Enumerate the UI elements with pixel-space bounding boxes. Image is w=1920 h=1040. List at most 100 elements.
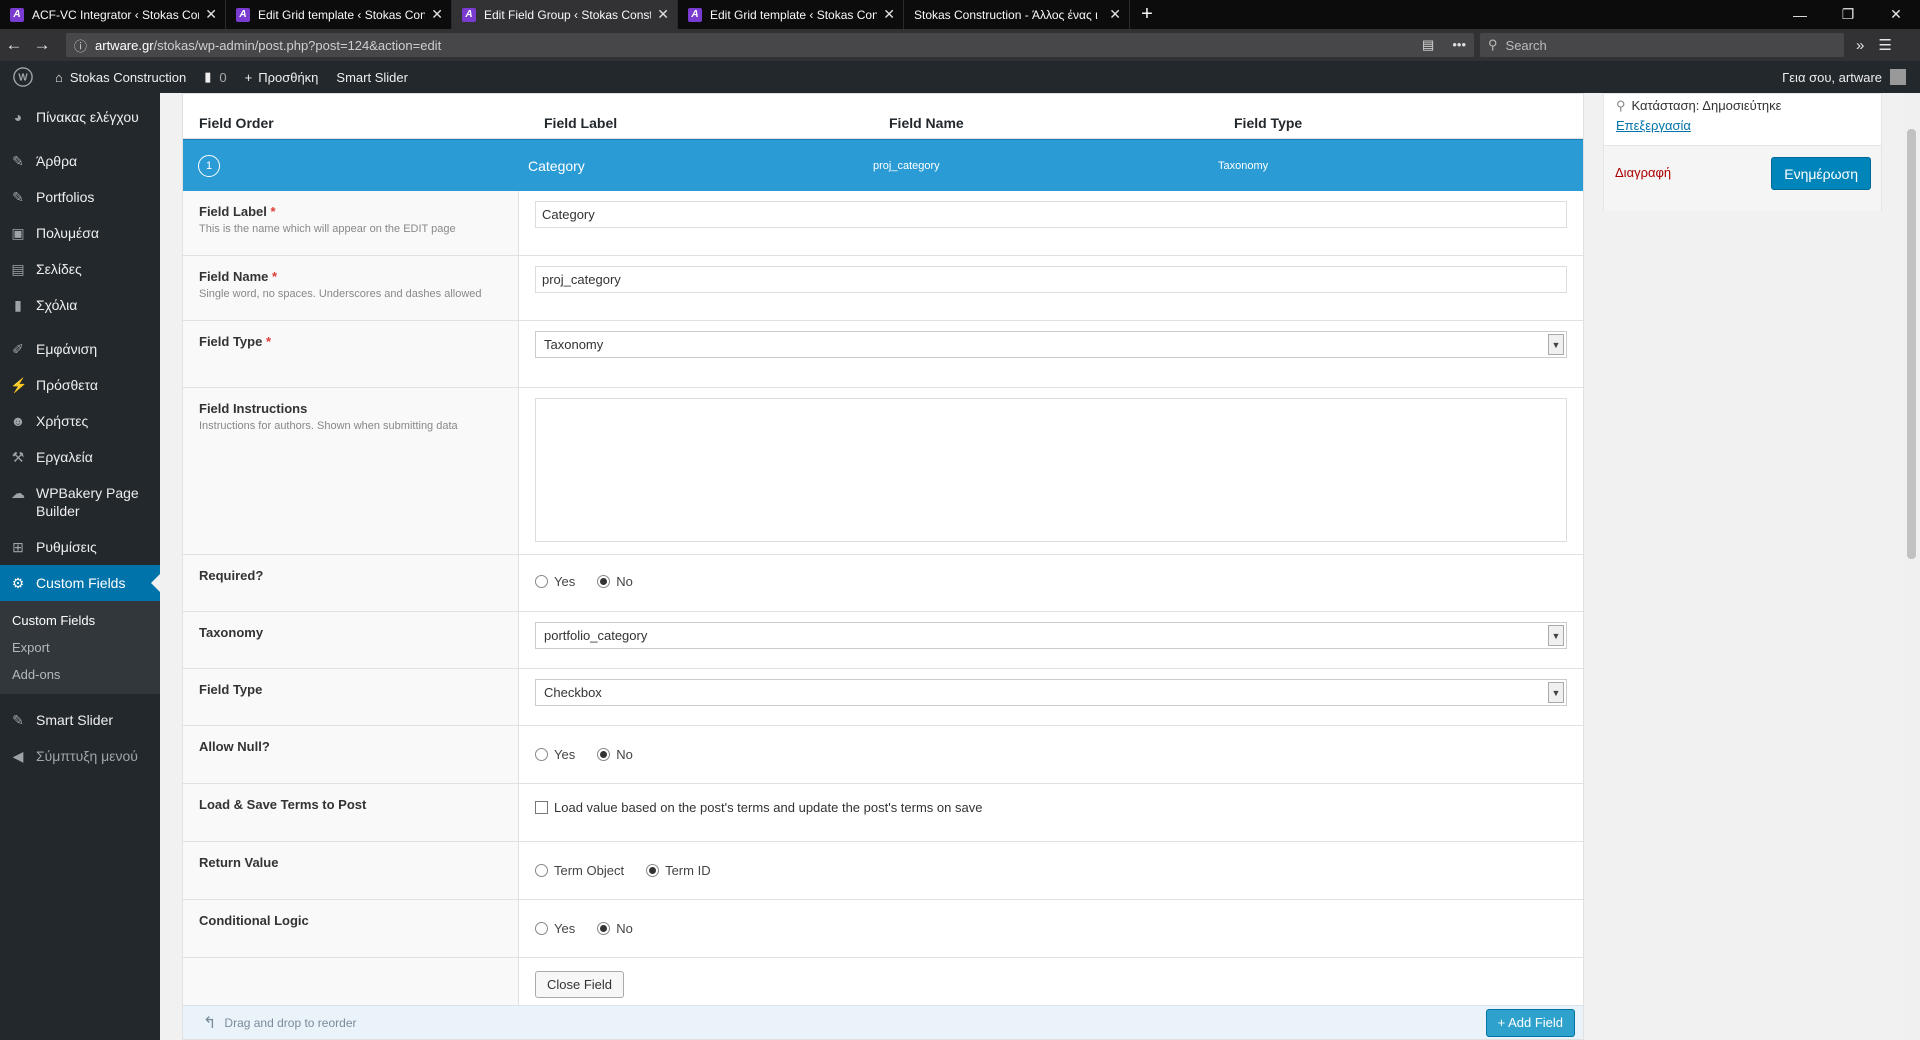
wp-logo-button[interactable]: W — [0, 61, 46, 93]
conditional-yes-radio[interactable]: Yes — [535, 921, 575, 936]
header-field-order: Field Order — [199, 115, 274, 131]
submenu-item-export[interactable]: Export — [0, 634, 160, 661]
reader-view-icon[interactable]: ▤ — [1422, 37, 1434, 53]
scrollbar-thumb[interactable] — [1907, 129, 1916, 559]
sidebar-item-wpbakery[interactable]: ☁ WPBakery Page Builder — [0, 475, 160, 529]
form-row-load-save: Load & Save Terms to Post Load value bas… — [183, 783, 1583, 841]
close-tab-icon[interactable]: ✕ — [1109, 6, 1121, 23]
slider-icon: ✎ — [12, 712, 24, 728]
tax-field-type-select[interactable]: Checkbox ▼ — [535, 679, 1567, 706]
forward-icon[interactable]: → — [28, 35, 56, 55]
overflow-menu-icon[interactable]: » — [1856, 37, 1864, 54]
minimize-icon[interactable]: — — [1776, 0, 1824, 29]
sidebar-item-media[interactable]: ▣ Πολυμέσα — [0, 215, 160, 251]
collapse-icon: ◀ — [12, 748, 24, 764]
delete-link[interactable]: Διαγραφή — [1615, 165, 1671, 180]
field-type-select[interactable]: Taxonomy ▼ — [535, 331, 1567, 358]
url-bar[interactable]: ⓘ artware.gr/stokas/wp-admin/post.php?po… — [66, 33, 1474, 57]
allow-null-no-radio[interactable]: No — [597, 747, 633, 762]
field-name-input[interactable]: proj_category — [535, 266, 1567, 293]
back-icon[interactable]: ← — [0, 35, 28, 55]
chevron-down-icon: ▼ — [1548, 682, 1564, 703]
conditional-no-radio[interactable]: No — [597, 921, 633, 936]
comments-link[interactable]: ▮ 0 — [195, 61, 235, 93]
sidebar-item-tools[interactable]: ⚒ Εργαλεία — [0, 439, 160, 475]
submenu-item-add-ons[interactable]: Add-ons — [0, 661, 160, 688]
sidebar-item-plugins[interactable]: ⚡ Πρόσθετα — [0, 367, 160, 403]
close-tab-icon[interactable]: ✕ — [657, 6, 669, 23]
field-row-active[interactable]: 1 Category proj_category Taxonomy — [183, 139, 1583, 191]
form-row-instructions: Field Instructions Instructions for autho… — [183, 387, 1583, 554]
browser-tab[interactable]: A ACF-VC Integrator ‹ Stokas Cor ✕ — [0, 0, 226, 29]
gear-icon: ⚙ — [11, 575, 25, 591]
allow-null-yes-radio[interactable]: Yes — [535, 747, 575, 762]
sidebar-item-portfolios[interactable]: ✎ Portfolios — [0, 179, 160, 215]
search-input[interactable]: ⚲ Search — [1480, 33, 1844, 57]
field-instructions-textarea[interactable] — [535, 398, 1567, 542]
restore-icon[interactable]: ❐ — [1824, 0, 1872, 29]
sidebar-item-appearance[interactable]: ✐ Εμφάνιση — [0, 331, 160, 367]
form-row-field-name: Field Name * Single word, no spaces. Unde… — [183, 255, 1583, 320]
drag-arrow-icon: ↰ — [203, 1014, 217, 1032]
required-asterisk: * — [271, 269, 278, 284]
required-yes-radio[interactable]: Yes — [535, 574, 575, 589]
account-menu[interactable]: Γεια σου, artware — [1782, 69, 1920, 85]
sidebar-item-posts[interactable]: ✎ Άρθρα — [0, 143, 160, 179]
brush-icon: ✐ — [12, 341, 24, 357]
sidebar-item-comments[interactable]: ▮ Σχόλια — [0, 287, 160, 323]
sidebar-collapse-menu[interactable]: ◀ Σύμπτυξη μενού — [0, 738, 160, 774]
pin-icon: ⚲ — [1616, 98, 1626, 113]
close-window-icon[interactable]: ✕ — [1872, 0, 1920, 29]
browser-tab-active[interactable]: A Edit Field Group ‹ Stokas Const ✕ — [452, 0, 678, 29]
chevron-down-icon: ▼ — [1548, 334, 1564, 355]
close-tab-icon[interactable]: ✕ — [431, 6, 443, 23]
close-tab-icon[interactable]: ✕ — [883, 6, 895, 23]
sidebar-item-smart-slider[interactable]: ✎ Smart Slider — [0, 702, 160, 738]
media-icon: ▣ — [11, 225, 25, 241]
page-scrollbar[interactable] — [1903, 93, 1920, 1040]
page-actions-icon[interactable]: ••• — [1452, 37, 1466, 53]
taxonomy-select[interactable]: portfolio_category ▼ — [535, 622, 1567, 649]
wordpress-icon: W — [13, 67, 33, 87]
field-row-label[interactable]: Category — [528, 158, 873, 174]
return-term-object-radio[interactable]: Term Object — [535, 863, 624, 878]
update-button[interactable]: Ενημέρωση — [1771, 157, 1871, 190]
add-field-button[interactable]: + Add Field — [1485, 1008, 1575, 1037]
return-term-id-radio[interactable]: Term ID — [646, 863, 711, 878]
site-name-link[interactable]: ⌂ Stokas Construction — [46, 61, 195, 93]
browser-tab[interactable]: Stokas Construction - Άλλος ένας ι ✕ — [904, 0, 1130, 29]
wp-admin-bar: W ⌂ Stokas Construction ▮ 0 + Προσθήκη Smar… — [0, 61, 1920, 93]
url-path: /stokas/wp-admin/post.php?post=124&actio… — [153, 37, 442, 53]
sidebar-item-settings[interactable]: ⊞ Ρυθμίσεις — [0, 529, 160, 565]
form-row-field-label: Field Label * This is the name which will… — [183, 191, 1583, 255]
edit-status-link[interactable]: Επεξεργασία — [1604, 114, 1881, 133]
field-row-name: proj_category — [873, 159, 940, 172]
header-field-label: Field Label — [544, 115, 618, 131]
submenu-item-custom-fields[interactable]: Custom Fields — [0, 607, 160, 634]
cloud-icon: ☁ — [11, 485, 25, 501]
field-label-input[interactable]: Category — [535, 201, 1567, 228]
field-order-badge: 1 — [198, 154, 220, 177]
sidebar-item-pages[interactable]: ▤ Σελίδες — [0, 251, 160, 287]
close-tab-icon[interactable]: ✕ — [205, 6, 217, 23]
comment-icon: ▮ — [14, 297, 22, 313]
sidebar-item-dashboard[interactable]: ◕ Πίνακας ελέγχου — [0, 99, 160, 135]
browser-tab[interactable]: A Edit Grid template ‹ Stokas Con ✕ — [226, 0, 452, 29]
publish-box: ⚲ Κατάσταση: Δημοσιεύτηκε Επεξεργασία Δια… — [1603, 93, 1882, 211]
hamburger-menu-icon[interactable]: ☰ — [1878, 36, 1891, 54]
browser-tab[interactable]: A Edit Grid template ‹ Stokas Con ✕ — [678, 0, 904, 29]
home-icon: ⌂ — [55, 69, 63, 85]
smart-slider-link[interactable]: Smart Slider — [327, 61, 417, 93]
chevron-down-icon: ▼ — [1548, 625, 1564, 646]
required-no-radio[interactable]: No — [597, 574, 633, 589]
sidebar-item-custom-fields[interactable]: ⚙ Custom Fields — [0, 565, 160, 601]
sidebar-item-users[interactable]: ☻ Χρήστες — [0, 403, 160, 439]
info-icon[interactable]: ⓘ — [74, 36, 87, 55]
load-save-checkbox[interactable] — [535, 801, 548, 814]
pin-icon: ✎ — [12, 189, 24, 205]
new-tab-icon[interactable]: + — [1130, 0, 1164, 29]
browser-nav-bar: ← → ⓘ artware.gr/stokas/wp-admin/post.ph… — [0, 29, 1920, 61]
new-content-link[interactable]: + Προσθήκη — [236, 61, 328, 93]
close-field-button[interactable]: Close Field — [535, 971, 625, 998]
form-row-return-value: Return Value Term Object Term ID — [183, 841, 1583, 899]
